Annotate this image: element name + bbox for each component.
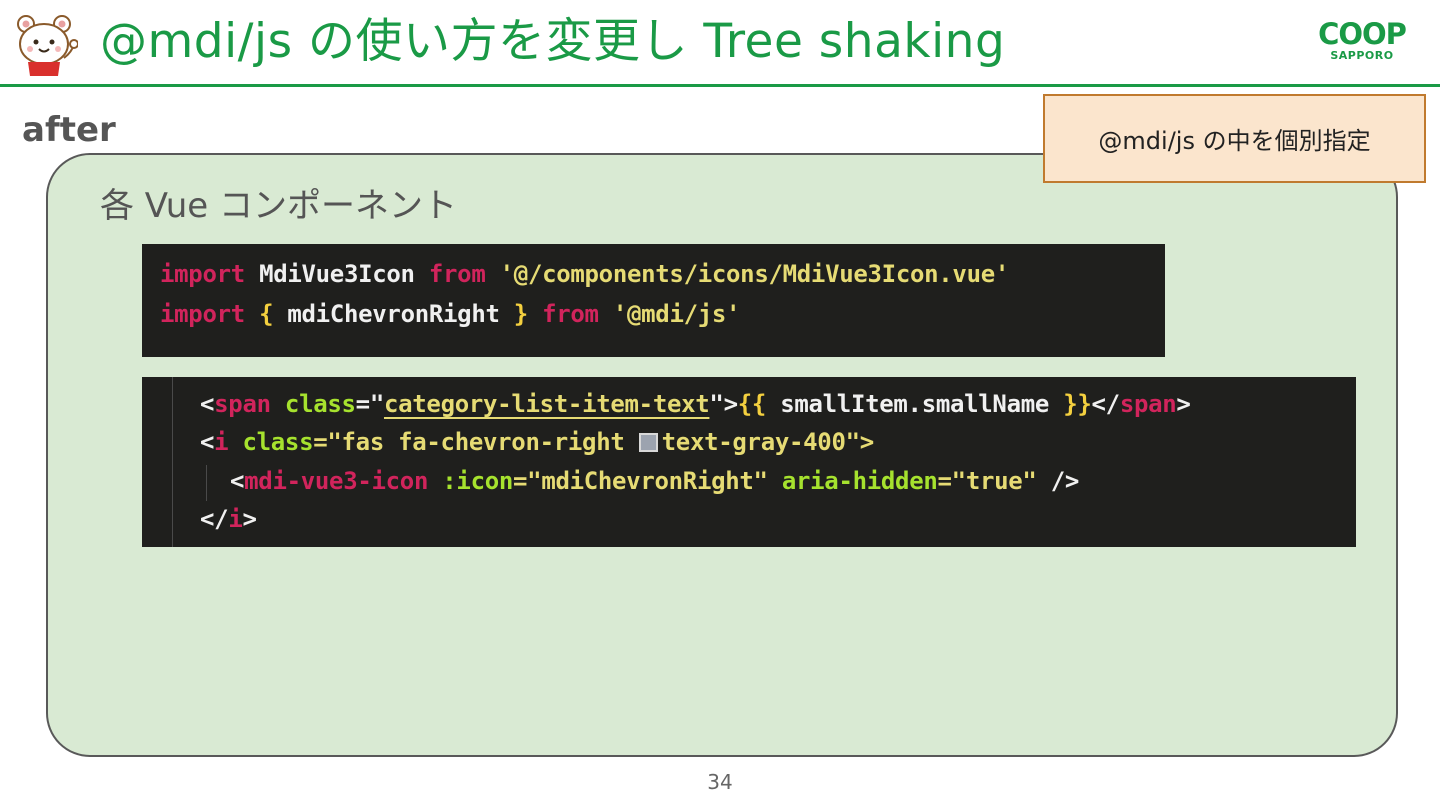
code-punct: ">	[709, 390, 738, 418]
indent-guide	[172, 377, 173, 547]
code-mustache: }}	[1063, 390, 1092, 418]
code-attr: :icon	[442, 467, 514, 495]
code-string: '@mdi/js'	[612, 300, 741, 328]
code-line: </i>	[200, 502, 257, 536]
code-punct: ="	[355, 390, 385, 418]
code-attr: aria-hidden	[781, 467, 938, 495]
code-punct: >	[242, 505, 257, 533]
code-attr-value: ="true"	[937, 467, 1037, 495]
code-identifier: MdiVue3Icon	[259, 260, 415, 288]
color-swatch-icon	[638, 433, 658, 452]
code-punct: <	[230, 467, 245, 495]
code-identifier: mdiChevronRight	[287, 300, 500, 328]
code-tag: span	[214, 390, 271, 418]
code-line: <i class="fas fa-chevron-right text-gray…	[200, 425, 874, 459]
code-punct: />	[1050, 467, 1080, 495]
logo-wordmark: COOP	[1318, 17, 1407, 51]
logo-subtext: SAPPORO	[1330, 49, 1394, 62]
code-attr: class	[284, 390, 356, 418]
code-attr-value: ="mdiChevronRight"	[513, 467, 768, 495]
callout-box: @mdi/js の中を個別指定	[1043, 94, 1426, 183]
code-line: import MdiVue3Icon from '@/components/ic…	[160, 257, 1009, 291]
code-attr-value: text-gray-400">	[661, 428, 875, 456]
page-number: 34	[707, 770, 733, 794]
section-label: after	[22, 110, 116, 150]
code-punct: >	[1176, 390, 1191, 418]
code-line: <span class="category-list-item-text">{{…	[200, 387, 1191, 421]
code-attr-value: category-list-item-text	[383, 390, 710, 418]
code-punct: </	[200, 505, 229, 533]
bear-mascot-icon	[17, 15, 78, 76]
code-punct: </	[1091, 390, 1121, 418]
code-brace: {	[259, 300, 274, 328]
code-punct: <	[200, 390, 215, 418]
code-tag: mdi-vue3-icon	[244, 467, 429, 495]
code-tag: span	[1119, 390, 1177, 418]
code-line: <mdi-vue3-icon :icon="mdiChevronRight" a…	[230, 464, 1079, 498]
code-tag: i	[214, 428, 229, 456]
code-keyword: import	[160, 300, 245, 328]
code-keyword: from	[542, 300, 599, 328]
title-divider	[0, 84, 1440, 87]
code-keyword: import	[160, 260, 245, 288]
code-attr: class	[242, 428, 314, 456]
code-string: '@/components/icons/MdiVue3Icon.vue'	[499, 260, 1010, 288]
code-mustache: {{	[737, 390, 767, 418]
callout-text: @mdi/js の中を個別指定	[1098, 127, 1371, 155]
import-code-block: import MdiVue3Icon from '@/components/ic…	[142, 244, 1165, 357]
code-line: import { mdiChevronRight } from '@mdi/js…	[160, 297, 741, 331]
code-tag: i	[228, 505, 243, 533]
slide-title: @mdi/js の使い方を変更し Tree shaking	[100, 14, 1006, 69]
code-expression: smallItem.smallName	[766, 390, 1064, 418]
indent-guide	[206, 465, 207, 501]
code-brace: }	[513, 300, 528, 328]
code-attr-value: ="fas fa-chevron-right	[313, 428, 639, 456]
template-code-block: <span class="category-list-item-text">{{…	[142, 377, 1356, 547]
code-keyword: from	[428, 260, 486, 288]
panel-heading: 各 Vue コンポーネント	[100, 186, 458, 226]
coop-sapporo-logo: COOP SAPPORO	[1300, 18, 1424, 66]
code-punct: <	[200, 428, 215, 456]
